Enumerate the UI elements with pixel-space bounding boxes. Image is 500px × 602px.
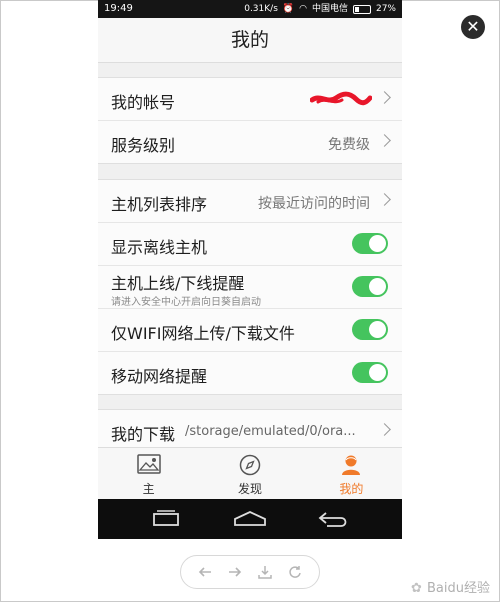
rotate-icon[interactable] [287,564,303,580]
service-level-label: 服务级别 [111,136,176,155]
alarm-icon: ⏰ [282,4,295,14]
host-sort-value: 按最近访问的时间 [258,196,370,212]
back-icon[interactable] [317,509,351,529]
chevron-right-icon [378,134,391,147]
wifi-only-label: 仅WIFI网络上传/下载文件 [111,324,295,343]
host-sort-row[interactable]: 主机列表排序 按最近访问的时间 [98,180,402,223]
download-icon[interactable] [257,564,273,580]
my-downloads-label: 我的下载 [111,425,176,444]
person-icon [342,455,361,475]
battery-percent: 27% [375,4,396,14]
my-account-row[interactable]: 我的帐号 [98,78,402,121]
show-offline-toggle[interactable] [352,233,388,254]
host-sort-label: 主机列表排序 [111,195,208,214]
android-nav-bar [98,499,402,539]
tab-mine-label: 我的 [339,482,364,496]
tab-home[interactable]: 主 [98,448,199,500]
viewer-toolbar [180,555,320,589]
tab-discover-label: 发现 [237,482,262,496]
online-alert-row: 主机上线/下线提醒 请进入安全中心开启向日葵自启动 [98,266,402,309]
chevron-right-icon [378,423,391,436]
paw-icon: ✿ [411,581,422,596]
online-alert-hint: 请进入安全中心开启向日葵自启动 [111,297,261,308]
tab-mine[interactable]: 我的 [301,448,402,500]
page-title: 我的 [98,18,402,63]
download-group: 我的下载 /storage/emulated/0/ora... [98,409,402,452]
my-downloads-row[interactable]: 我的下载 /storage/emulated/0/ora... [98,410,402,452]
service-level-row[interactable]: 服务级别 免费级 [98,121,402,163]
carrier-name: 中国电信 [311,4,348,14]
close-icon: ✕ [466,17,480,36]
arrow-right-icon[interactable] [227,564,243,580]
status-bar: 19:49 0.31K/s ⏰ ◠ 中国电信 27% [98,0,402,18]
redacted-account-scribble [310,91,372,106]
baidu-watermark: ✿ Baidu经验 [411,577,490,596]
online-alert-toggle[interactable] [352,276,388,297]
service-level-value: 免费级 [328,137,370,153]
watermark-text: Baidu经验 [427,581,490,596]
recent-apps-icon[interactable] [150,509,182,529]
mobile-alert-label: 移动网络提醒 [111,367,208,386]
image-icon [136,454,161,474]
my-account-label: 我的帐号 [111,93,176,112]
account-group: 我的帐号 服务级别 免费级 [98,77,402,164]
online-alert-label: 主机上线/下线提醒 [111,274,245,293]
chevron-right-icon [378,91,391,104]
battery-icon [352,4,371,14]
wifi-only-toggle[interactable] [352,319,388,340]
network-speed: 0.31K/s [244,4,278,14]
mobile-alert-row: 移动网络提醒 [98,352,402,394]
bottom-tab-bar: 主 发现 我的 [98,447,402,500]
compass-icon [239,454,261,476]
phone-screen: 19:49 0.31K/s ⏰ ◠ 中国电信 27% 我的 我的帐号 服务级别 … [98,0,402,539]
status-time: 19:49 [104,3,133,14]
chevron-right-icon [378,193,391,206]
arrow-left-icon[interactable] [197,564,213,580]
download-path: /storage/emulated/0/ora... [185,424,356,439]
close-button[interactable]: ✕ [461,15,485,39]
wifi-only-row: 仅WIFI网络上传/下载文件 [98,309,402,352]
status-indicators: 0.31K/s ⏰ ◠ 中国电信 27% [244,0,396,18]
settings-group: 主机列表排序 按最近访问的时间 显示离线主机 主机上线/下线提醒 请进入安全中心… [98,179,402,395]
show-offline-row: 显示离线主机 [98,223,402,266]
home-icon[interactable] [232,509,268,529]
show-offline-label: 显示离线主机 [111,238,208,257]
mobile-alert-toggle[interactable] [352,362,388,383]
tab-discover[interactable]: 发现 [199,448,300,500]
wifi-icon: ◠ [299,4,307,14]
tab-home-label: 主 [142,482,155,496]
